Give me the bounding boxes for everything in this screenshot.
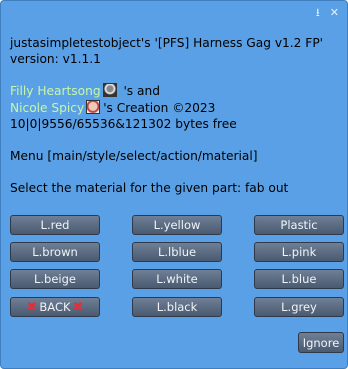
- lbrown-button[interactable]: L.brown: [10, 242, 100, 262]
- titlebar-controls: ⭳ ✕: [316, 7, 339, 18]
- cross-icon: ✖: [72, 299, 84, 315]
- llblue-button[interactable]: L.lblue: [132, 242, 222, 262]
- back-label: BACK: [39, 300, 71, 314]
- lblack-button[interactable]: L.black: [132, 297, 222, 317]
- lred-button[interactable]: L.red: [10, 215, 100, 235]
- creator1-suffix: 's and: [123, 84, 160, 99]
- lgrey-button[interactable]: L.grey: [254, 297, 344, 317]
- avatar-icon: [86, 99, 101, 114]
- creator2-suffix: 's Creation ©2023: [103, 100, 216, 115]
- lyellow-button[interactable]: L.yellow: [132, 215, 222, 235]
- plastic-button[interactable]: Plastic: [254, 215, 344, 235]
- prompt-text: Select the material for the given part: …: [10, 181, 289, 196]
- creator-link-nicole[interactable]: Nicole Spicy: [10, 101, 84, 115]
- creator-link-filly[interactable]: Filly Heartsong: [10, 84, 101, 98]
- script-dialog: ⭳ ✕ justasimpletestobject's '[PFS] Harne…: [0, 0, 348, 369]
- back-button[interactable]: ✖ BACK ✖: [10, 297, 100, 317]
- creator-line-2: Nicole Spicy 's Creation ©2023: [10, 99, 340, 116]
- close-icon[interactable]: ✕: [330, 7, 339, 18]
- cross-icon: ✖: [26, 299, 38, 315]
- lbeige-button[interactable]: L.beige: [10, 269, 100, 289]
- avatar-icon: [102, 83, 117, 98]
- version-text: version: v1.1.1: [10, 52, 101, 67]
- menu-text: Menu [main/style/select/action/material]: [10, 149, 258, 164]
- ignore-button[interactable]: Ignore: [298, 332, 344, 353]
- lpink-button[interactable]: L.pink: [254, 242, 344, 262]
- minimize-icon[interactable]: ⭳: [316, 7, 320, 18]
- lblue-button[interactable]: L.blue: [254, 269, 344, 289]
- dialog-message: justasimpletestobject's '[PFS] Harness G…: [10, 35, 340, 196]
- memory-text: 10|0|9556/65536&121302 bytes free: [10, 116, 237, 131]
- creator-line-1: Filly Heartsong 's and: [10, 83, 340, 99]
- lwhite-button[interactable]: L.white: [132, 269, 222, 289]
- object-title: justasimpletestobject's '[PFS] Harness G…: [10, 36, 324, 50]
